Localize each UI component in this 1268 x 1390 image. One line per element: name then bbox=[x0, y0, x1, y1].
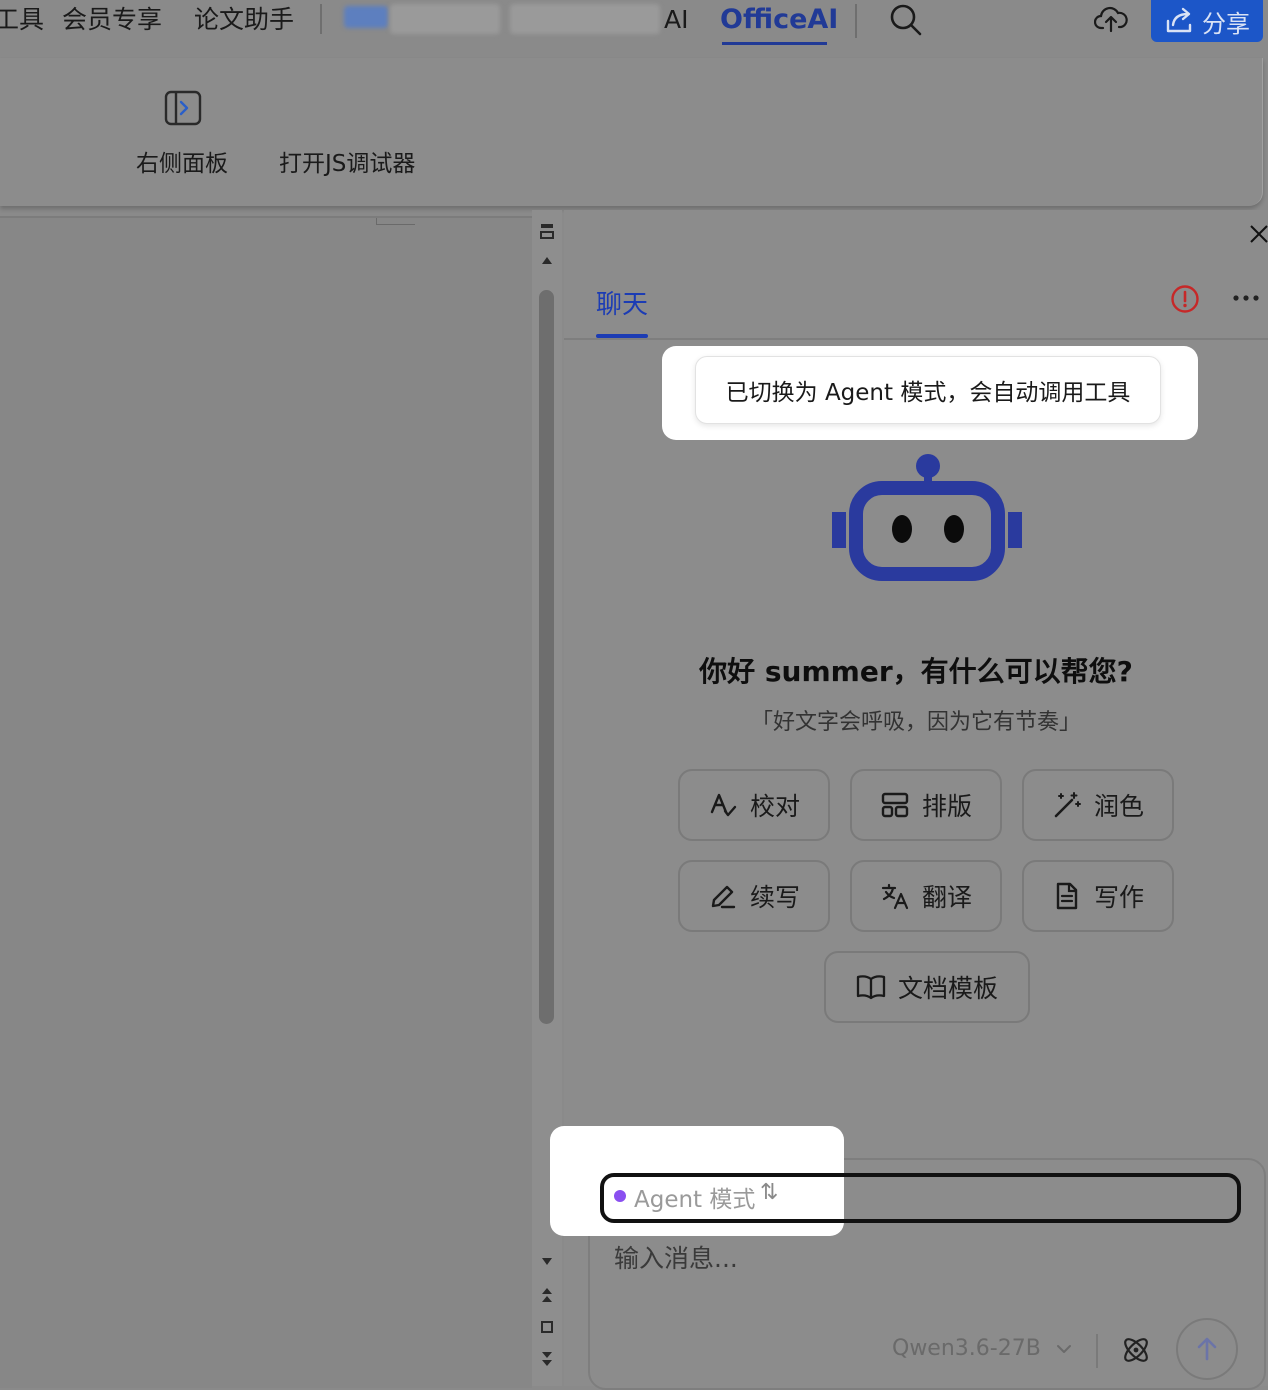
document-canvas[interactable] bbox=[0, 216, 532, 1388]
proofread-button[interactable]: 校对 bbox=[678, 769, 830, 841]
share-button[interactable]: 分享 bbox=[1151, 0, 1263, 42]
menu-member[interactable]: 会员专享 bbox=[62, 2, 162, 38]
page-corner-mark bbox=[376, 218, 415, 225]
model-selector[interactable]: Qwen3.6-27B bbox=[892, 1336, 1072, 1361]
split-handle-icon[interactable] bbox=[536, 222, 558, 244]
arrow-up-icon bbox=[1197, 1337, 1217, 1361]
agent-mode-selector[interactable]: Agent 模式 bbox=[634, 1180, 755, 1214]
chevron-down-icon bbox=[1056, 1345, 1071, 1353]
js-debugger-button[interactable]: 打开JS调试器 bbox=[279, 144, 415, 178]
magic-wand-icon bbox=[1054, 792, 1081, 818]
menubar: 工具 会员专享 论文助手 AI OfficeAI 分享 bbox=[0, 0, 1268, 56]
more-options-icon[interactable] bbox=[1232, 288, 1260, 308]
mode-switch-toast: 已切换为 Agent 模式，会自动调用工具 bbox=[695, 356, 1161, 424]
share-icon bbox=[1166, 7, 1192, 33]
atom-icon[interactable] bbox=[1120, 1334, 1152, 1366]
menu-divider bbox=[855, 4, 857, 38]
scroll-up-arrow-icon[interactable] bbox=[536, 254, 558, 270]
ribbon-toolbar: 右侧面板 打开JS调试器 bbox=[0, 58, 1263, 206]
layout-button[interactable]: 排版 bbox=[850, 769, 1002, 841]
translate-button[interactable]: 翻译 bbox=[850, 860, 1002, 932]
tab-officeai[interactable]: OfficeAI bbox=[720, 2, 838, 38]
scroll-thumb[interactable] bbox=[539, 290, 554, 1024]
document-icon bbox=[1056, 882, 1078, 910]
search-icon[interactable] bbox=[888, 2, 922, 36]
redacted-tab bbox=[510, 4, 660, 34]
layout-icon bbox=[881, 792, 909, 818]
previous-page-icon[interactable] bbox=[536, 1286, 558, 1308]
agent-mode-dot bbox=[614, 1190, 626, 1202]
right-panel-icon[interactable] bbox=[164, 90, 202, 126]
active-tab-indicator bbox=[722, 42, 827, 45]
layout-label: 排版 bbox=[921, 792, 972, 821]
book-icon bbox=[856, 975, 886, 1000]
redacted-tab bbox=[390, 4, 500, 34]
alert-icon[interactable] bbox=[1170, 284, 1200, 314]
tab-partial-ai[interactable]: AI bbox=[664, 2, 688, 38]
proofread-icon bbox=[710, 793, 737, 817]
pencil-icon bbox=[711, 885, 736, 909]
right-panel-button[interactable]: 右侧面板 bbox=[136, 144, 228, 178]
writing-label: 写作 bbox=[1093, 883, 1144, 912]
menu-divider bbox=[320, 4, 322, 34]
slogan-text: 「好文字会呼吸，因为它有节奏」 bbox=[750, 710, 1081, 735]
proofread-label: 校对 bbox=[749, 792, 800, 821]
continue-writing-button[interactable]: 续写 bbox=[678, 860, 830, 932]
robot-mascot-icon bbox=[832, 454, 1022, 581]
doc-template-label: 文档模板 bbox=[897, 974, 998, 1003]
tab-chat[interactable]: 聊天 bbox=[596, 284, 648, 321]
close-panel-icon[interactable] bbox=[1248, 222, 1268, 246]
doc-template-button[interactable]: 文档模板 bbox=[824, 951, 1030, 1023]
greeting-heading: 你好 summer，有什么可以帮您? bbox=[699, 655, 1133, 688]
translate-icon bbox=[881, 883, 909, 910]
toolbar-divider bbox=[1096, 1334, 1098, 1368]
menu-tools[interactable]: 工具 bbox=[0, 2, 44, 38]
translate-label: 翻译 bbox=[921, 883, 972, 912]
polish-label: 润色 bbox=[1093, 792, 1144, 821]
share-label: 分享 bbox=[1202, 9, 1250, 38]
menu-paper-assistant[interactable]: 论文助手 bbox=[194, 2, 294, 38]
select-browse-object-icon[interactable] bbox=[536, 1320, 558, 1338]
writing-button[interactable]: 写作 bbox=[1022, 860, 1174, 932]
continue-writing-label: 续写 bbox=[749, 883, 800, 912]
cloud-upload-icon[interactable] bbox=[1094, 4, 1128, 34]
scroll-down-arrow-icon[interactable] bbox=[536, 1256, 558, 1272]
message-input[interactable] bbox=[614, 1238, 1214, 1278]
swap-arrows-icon[interactable]: ⇅ bbox=[760, 1180, 778, 1205]
redacted-tab bbox=[344, 6, 388, 28]
next-page-icon[interactable] bbox=[536, 1350, 558, 1372]
send-button[interactable] bbox=[1176, 1318, 1238, 1380]
model-name: Qwen3.6-27B bbox=[892, 1336, 1041, 1361]
tab-divider bbox=[564, 338, 1268, 340]
polish-button[interactable]: 润色 bbox=[1022, 769, 1174, 841]
